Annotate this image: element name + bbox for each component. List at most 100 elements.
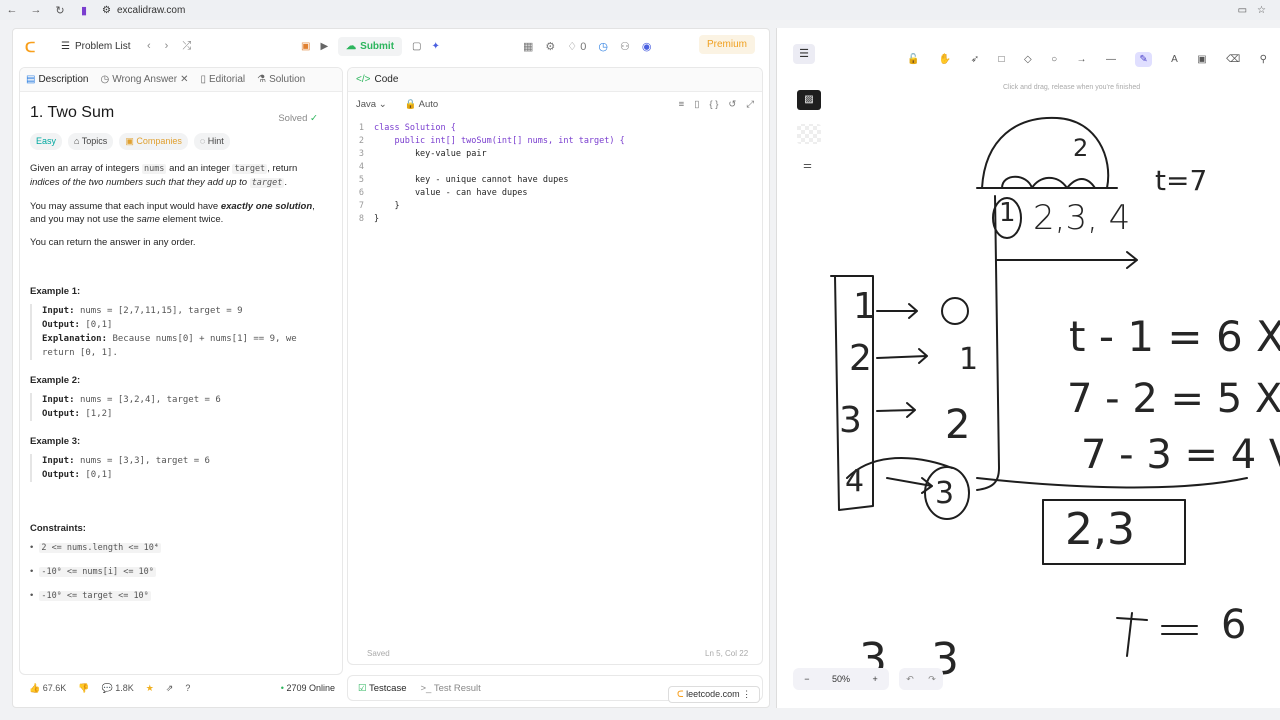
handwriting-t6-six: 6	[1221, 602, 1247, 648]
fullscreen-icon[interactable]: ⤢	[746, 99, 754, 110]
testcase-tab[interactable]: ☑ Testcase	[358, 683, 407, 694]
tab-wrong-answer-label: Wrong Answer	[112, 74, 178, 85]
run-icon[interactable]: ▶	[320, 41, 328, 52]
saved-status: Saved	[367, 649, 390, 658]
code-text: value - can have dupes	[374, 188, 528, 198]
back-icon[interactable]: ←	[0, 4, 24, 16]
forward-icon[interactable]: →	[24, 4, 48, 16]
tab-editorial[interactable]: ▯ Editorial	[200, 74, 245, 85]
address-bar[interactable]: ⚙ excalidraw.com	[102, 5, 185, 16]
auto-label: Auto	[418, 98, 439, 110]
premium-button[interactable]: Premium	[699, 35, 756, 54]
description-scrollbar[interactable]	[342, 158, 343, 468]
bookmark-icon[interactable]: ▯	[694, 99, 699, 110]
undo-icon[interactable]: ↶	[906, 674, 914, 685]
handwriting-eq3: 7 - 3 = 4 V	[1081, 432, 1280, 478]
streak-icon[interactable]: ♢ 0	[567, 40, 586, 53]
excalidraw-canvas[interactable]: ☰ 🔓 ✋ ➶ □ ◇ ○ → — ✎ A ▣ ⌫ ⚲ Click and dr…	[776, 28, 1280, 708]
vertical-stroke	[976, 195, 1000, 491]
layout-icon[interactable]: ▦	[523, 40, 533, 53]
right-arrow-stroke	[996, 251, 1138, 269]
tab-editorial-label: Editorial	[208, 74, 246, 85]
handwriting-array: 2,3, 4	[1033, 198, 1131, 238]
settings-icon[interactable]: ⚙	[545, 40, 555, 53]
solved-status: Solved ✓	[278, 112, 318, 125]
code-line: 4	[358, 162, 364, 172]
code-icon: </>	[356, 74, 371, 85]
reset-icon[interactable]: ↺	[728, 99, 736, 110]
left-bracket-stroke	[1042, 499, 1050, 565]
ai-icon[interactable]: ✦	[432, 41, 440, 52]
tab-description[interactable]: ▤ Description	[26, 74, 88, 85]
avatar[interactable]: ◉	[642, 40, 652, 53]
dislike-icon[interactable]: 👎	[78, 683, 89, 694]
description-tabs: ▤ Description ◷ Wrong Answer ✕ ▯ Editorial ⚗…	[20, 68, 342, 92]
topics-chip[interactable]: ⌂ Topics	[68, 133, 114, 150]
constraint-item: -10⁹ <= target <= 10⁹	[30, 589, 326, 603]
add-friend-icon[interactable]: ⚇	[620, 40, 630, 53]
undo-redo-controls: ↶ ↷	[899, 668, 943, 690]
submit-button[interactable]: ☁ Submit	[338, 37, 403, 56]
hint-label: Hint	[207, 136, 224, 146]
comment-count: 1.8K	[115, 682, 134, 693]
bookmark-star-icon[interactable]: ☆	[1257, 5, 1266, 16]
inline-code: target	[232, 164, 268, 174]
desc-text: , return	[267, 163, 298, 174]
format-icon[interactable]: ≡	[679, 99, 685, 110]
desc-bold: exactly one solution	[220, 201, 313, 212]
description-paragraph-3: You can return the answer in any order.	[30, 237, 196, 248]
like-button[interactable]: 👍 67.6K	[29, 683, 66, 694]
redo-icon[interactable]: ↷	[928, 674, 936, 685]
zoom-in-icon[interactable]: +	[872, 674, 877, 684]
zoom-out-icon[interactable]: −	[804, 674, 809, 684]
shuffle-icon[interactable]: ⤮	[182, 40, 191, 53]
help-icon[interactable]: ?	[185, 683, 190, 693]
auto-toggle[interactable]: 🔒 Auto	[405, 99, 439, 110]
cast-icon[interactable]: ▭	[1238, 5, 1247, 16]
hint-chip[interactable]: ◌ Hint	[193, 133, 230, 150]
zoom-level[interactable]: 50%	[832, 674, 850, 684]
language-select[interactable]: Java ⌄	[356, 99, 387, 110]
tab-wrong-answer[interactable]: ◷ Wrong Answer ✕	[100, 74, 188, 85]
code-line: 7 }	[358, 201, 400, 211]
extension-icon[interactable]: ▮	[72, 4, 96, 17]
example-input: nums = [3,2,4], target = 6	[79, 395, 221, 405]
debug-icon[interactable]: ▣	[301, 41, 310, 52]
leetcode-link-label: leetcode.com	[686, 689, 740, 699]
notes-icon[interactable]: ▢	[412, 41, 421, 52]
comments-button[interactable]: 💬 1.8K	[101, 683, 133, 694]
testcase-label: Testcase	[369, 682, 407, 694]
upload-icon: ☁	[346, 41, 357, 52]
run-controls: ▣ ▶ ☁ Submit ▢ ✦	[301, 37, 440, 56]
description-paragraph-1: Given an array of integers nums and an i…	[30, 162, 326, 190]
prev-problem-icon[interactable]: ‹	[147, 40, 151, 53]
desc-text: Given an array of integers	[30, 163, 142, 174]
test-result-tab[interactable]: >_ Test Result	[421, 683, 481, 694]
leetcode-logo-icon[interactable]: ᑕ	[25, 40, 39, 54]
leetcode-window: ᑕ ☰ Problem List ‹ › ⤮ ▣ ▶ ☁ Submit ▢ ✦ …	[12, 28, 770, 708]
problem-list-button[interactable]: ☰ Problem List	[61, 41, 131, 52]
handwriting-two-top: 2	[1073, 134, 1089, 162]
desc-text: element twice.	[159, 214, 224, 225]
tab-solutions[interactable]: ⚗ Solution	[257, 74, 305, 85]
url-text: excalidraw.com	[116, 4, 186, 16]
constraint-text: -10⁹ <= target <= 10⁹	[39, 591, 151, 601]
favorite-star-icon[interactable]: ★	[146, 683, 154, 694]
submit-label: Submit	[360, 41, 395, 52]
reload-icon[interactable]: ↻	[48, 4, 72, 17]
next-problem-icon[interactable]: ›	[165, 40, 169, 53]
leetcode-favicon-icon: ᑕ	[677, 689, 684, 699]
handwriting-key-4: 4	[845, 464, 865, 499]
share-icon[interactable]: ⇗	[166, 683, 174, 694]
leetcode-link[interactable]: ᑕ leetcode.com ⋮	[668, 686, 761, 703]
desc-italic: same	[136, 214, 160, 225]
close-tab-icon[interactable]: ✕	[180, 74, 188, 85]
code-text: key - unique cannot have dupes	[374, 175, 569, 185]
timer-icon[interactable]: ◷	[598, 40, 608, 53]
code-editor[interactable]: 1 class Solution { 2 public int[] twoSum(…	[348, 122, 762, 226]
site-info-icon[interactable]: ⚙	[102, 5, 111, 16]
companies-chip[interactable]: ▣ Companies	[119, 133, 188, 150]
code-tab[interactable]: </> Code	[348, 68, 762, 92]
braces-icon[interactable]: { }	[709, 99, 718, 110]
description-icon: ▤	[26, 74, 36, 85]
